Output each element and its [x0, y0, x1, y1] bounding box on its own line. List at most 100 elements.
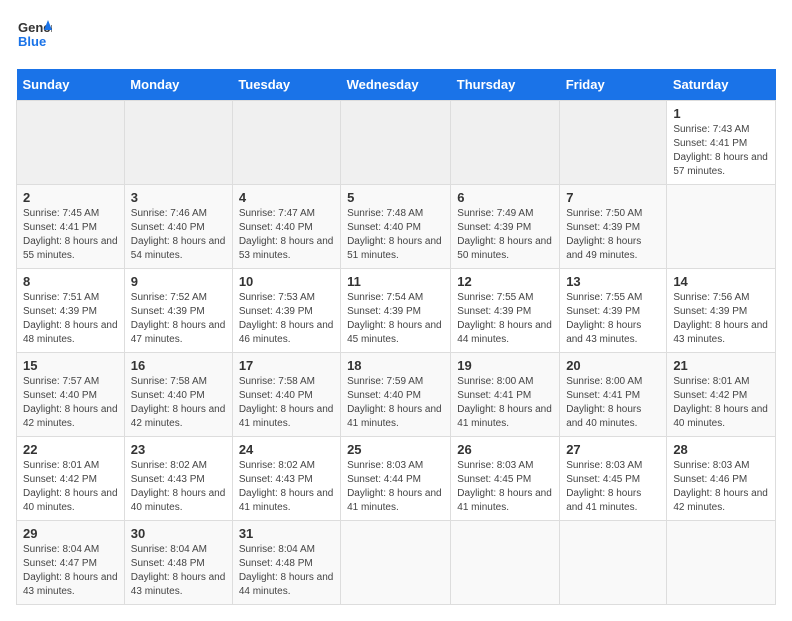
- daylight: Daylight: 8 hours and 41 minutes.: [239, 404, 334, 429]
- sunset: Sunset: 4:43 PM: [239, 474, 313, 485]
- logo: General Blue: [16, 16, 52, 57]
- day-number: 28: [673, 442, 769, 457]
- calendar-cell: 18 Sunrise: 7:59 AM Sunset: 4:40 PM Dayl…: [341, 353, 451, 437]
- sunrise: Sunrise: 8:03 AM: [673, 460, 749, 471]
- daylight: Daylight: 8 hours and 43 minutes.: [673, 320, 768, 345]
- sunrise: Sunrise: 8:00 AM: [566, 376, 642, 387]
- svg-text:Blue: Blue: [18, 34, 46, 49]
- calendar-week-2: 2 Sunrise: 7:45 AM Sunset: 4:41 PM Dayli…: [17, 185, 776, 269]
- day-info: Sunrise: 8:02 AM Sunset: 4:43 PM Dayligh…: [239, 459, 334, 515]
- day-info: Sunrise: 7:58 AM Sunset: 4:40 PM Dayligh…: [131, 375, 226, 431]
- daylight: Daylight: 8 hours and 41 minutes.: [566, 488, 641, 513]
- daylight: Daylight: 8 hours and 51 minutes.: [347, 236, 442, 261]
- day-number: 18: [347, 358, 444, 373]
- day-of-week-sunday: Sunday: [17, 69, 125, 101]
- sunset: Sunset: 4:39 PM: [566, 306, 640, 317]
- day-number: 15: [23, 358, 118, 373]
- daylight: Daylight: 8 hours and 47 minutes.: [131, 320, 226, 345]
- calendar-cell: 15 Sunrise: 7:57 AM Sunset: 4:40 PM Dayl…: [17, 353, 125, 437]
- day-info: Sunrise: 8:00 AM Sunset: 4:41 PM Dayligh…: [457, 375, 553, 431]
- sunrise: Sunrise: 7:55 AM: [566, 292, 642, 303]
- sunset: Sunset: 4:46 PM: [673, 474, 747, 485]
- sunrise: Sunrise: 8:04 AM: [239, 544, 315, 555]
- day-number: 20: [566, 358, 660, 373]
- day-number: 7: [566, 190, 660, 205]
- day-info: Sunrise: 8:02 AM Sunset: 4:43 PM Dayligh…: [131, 459, 226, 515]
- sunrise: Sunrise: 7:47 AM: [239, 208, 315, 219]
- sunrise: Sunrise: 8:01 AM: [23, 460, 99, 471]
- day-of-week-saturday: Saturday: [667, 69, 776, 101]
- calendar-cell: [451, 101, 560, 185]
- calendar-cell: 16 Sunrise: 7:58 AM Sunset: 4:40 PM Dayl…: [124, 353, 232, 437]
- sunset: Sunset: 4:45 PM: [566, 474, 640, 485]
- day-number: 30: [131, 526, 226, 541]
- calendar-cell: 31 Sunrise: 8:04 AM Sunset: 4:48 PM Dayl…: [232, 521, 340, 605]
- day-number: 14: [673, 274, 769, 289]
- day-number: 5: [347, 190, 444, 205]
- sunrise: Sunrise: 7:58 AM: [131, 376, 207, 387]
- sunset: Sunset: 4:39 PM: [566, 222, 640, 233]
- sunset: Sunset: 4:48 PM: [131, 558, 205, 569]
- sunset: Sunset: 4:39 PM: [347, 306, 421, 317]
- calendar-cell: [560, 521, 667, 605]
- sunset: Sunset: 4:41 PM: [673, 138, 747, 149]
- day-info: Sunrise: 7:57 AM Sunset: 4:40 PM Dayligh…: [23, 375, 118, 431]
- calendar-cell: [451, 521, 560, 605]
- calendar-cell: 29 Sunrise: 8:04 AM Sunset: 4:47 PM Dayl…: [17, 521, 125, 605]
- sunrise: Sunrise: 7:43 AM: [673, 124, 749, 135]
- day-info: Sunrise: 8:03 AM Sunset: 4:46 PM Dayligh…: [673, 459, 769, 515]
- sunset: Sunset: 4:39 PM: [239, 306, 313, 317]
- sunrise: Sunrise: 7:58 AM: [239, 376, 315, 387]
- calendar-cell: [341, 521, 451, 605]
- calendar-cell: 24 Sunrise: 8:02 AM Sunset: 4:43 PM Dayl…: [232, 437, 340, 521]
- daylight: Daylight: 8 hours and 40 minutes.: [23, 488, 118, 513]
- sunrise: Sunrise: 8:03 AM: [566, 460, 642, 471]
- day-info: Sunrise: 7:50 AM Sunset: 4:39 PM Dayligh…: [566, 207, 660, 263]
- calendar-cell: [232, 101, 340, 185]
- calendar-cell: 12 Sunrise: 7:55 AM Sunset: 4:39 PM Dayl…: [451, 269, 560, 353]
- daylight: Daylight: 8 hours and 44 minutes.: [239, 572, 334, 597]
- logo-icon: General Blue: [16, 16, 52, 52]
- sunset: Sunset: 4:40 PM: [23, 390, 97, 401]
- sunrise: Sunrise: 7:48 AM: [347, 208, 423, 219]
- sunrise: Sunrise: 8:04 AM: [23, 544, 99, 555]
- sunset: Sunset: 4:43 PM: [131, 474, 205, 485]
- day-number: 1: [673, 106, 769, 121]
- daylight: Daylight: 8 hours and 54 minutes.: [131, 236, 226, 261]
- calendar-cell: 1 Sunrise: 7:43 AM Sunset: 4:41 PM Dayli…: [667, 101, 776, 185]
- day-number: 2: [23, 190, 118, 205]
- sunrise: Sunrise: 8:02 AM: [239, 460, 315, 471]
- calendar-cell: 28 Sunrise: 8:03 AM Sunset: 4:46 PM Dayl…: [667, 437, 776, 521]
- sunrise: Sunrise: 8:02 AM: [131, 460, 207, 471]
- day-info: Sunrise: 7:45 AM Sunset: 4:41 PM Dayligh…: [23, 207, 118, 263]
- day-info: Sunrise: 7:43 AM Sunset: 4:41 PM Dayligh…: [673, 123, 769, 179]
- sunrise: Sunrise: 7:57 AM: [23, 376, 99, 387]
- sunset: Sunset: 4:48 PM: [239, 558, 313, 569]
- sunrise: Sunrise: 7:53 AM: [239, 292, 315, 303]
- calendar-cell: 30 Sunrise: 8:04 AM Sunset: 4:48 PM Dayl…: [124, 521, 232, 605]
- sunrise: Sunrise: 7:54 AM: [347, 292, 423, 303]
- sunrise: Sunrise: 8:01 AM: [673, 376, 749, 387]
- day-number: 27: [566, 442, 660, 457]
- sunrise: Sunrise: 7:45 AM: [23, 208, 99, 219]
- day-number: 11: [347, 274, 444, 289]
- day-number: 17: [239, 358, 334, 373]
- daylight: Daylight: 8 hours and 41 minutes.: [347, 488, 442, 513]
- sunrise: Sunrise: 8:00 AM: [457, 376, 533, 387]
- calendar-cell: 11 Sunrise: 7:54 AM Sunset: 4:39 PM Dayl…: [341, 269, 451, 353]
- day-info: Sunrise: 7:46 AM Sunset: 4:40 PM Dayligh…: [131, 207, 226, 263]
- calendar-cell: 23 Sunrise: 8:02 AM Sunset: 4:43 PM Dayl…: [124, 437, 232, 521]
- calendar-week-1: 1 Sunrise: 7:43 AM Sunset: 4:41 PM Dayli…: [17, 101, 776, 185]
- day-info: Sunrise: 8:03 AM Sunset: 4:45 PM Dayligh…: [457, 459, 553, 515]
- day-number: 3: [131, 190, 226, 205]
- day-info: Sunrise: 7:55 AM Sunset: 4:39 PM Dayligh…: [457, 291, 553, 347]
- sunrise: Sunrise: 7:49 AM: [457, 208, 533, 219]
- calendar-cell: [17, 101, 125, 185]
- page-header: General Blue: [16, 16, 776, 57]
- day-of-week-monday: Monday: [124, 69, 232, 101]
- day-number: 23: [131, 442, 226, 457]
- sunset: Sunset: 4:40 PM: [131, 390, 205, 401]
- day-info: Sunrise: 8:04 AM Sunset: 4:48 PM Dayligh…: [239, 543, 334, 599]
- daylight: Daylight: 8 hours and 41 minutes.: [457, 488, 552, 513]
- daylight: Daylight: 8 hours and 41 minutes.: [239, 488, 334, 513]
